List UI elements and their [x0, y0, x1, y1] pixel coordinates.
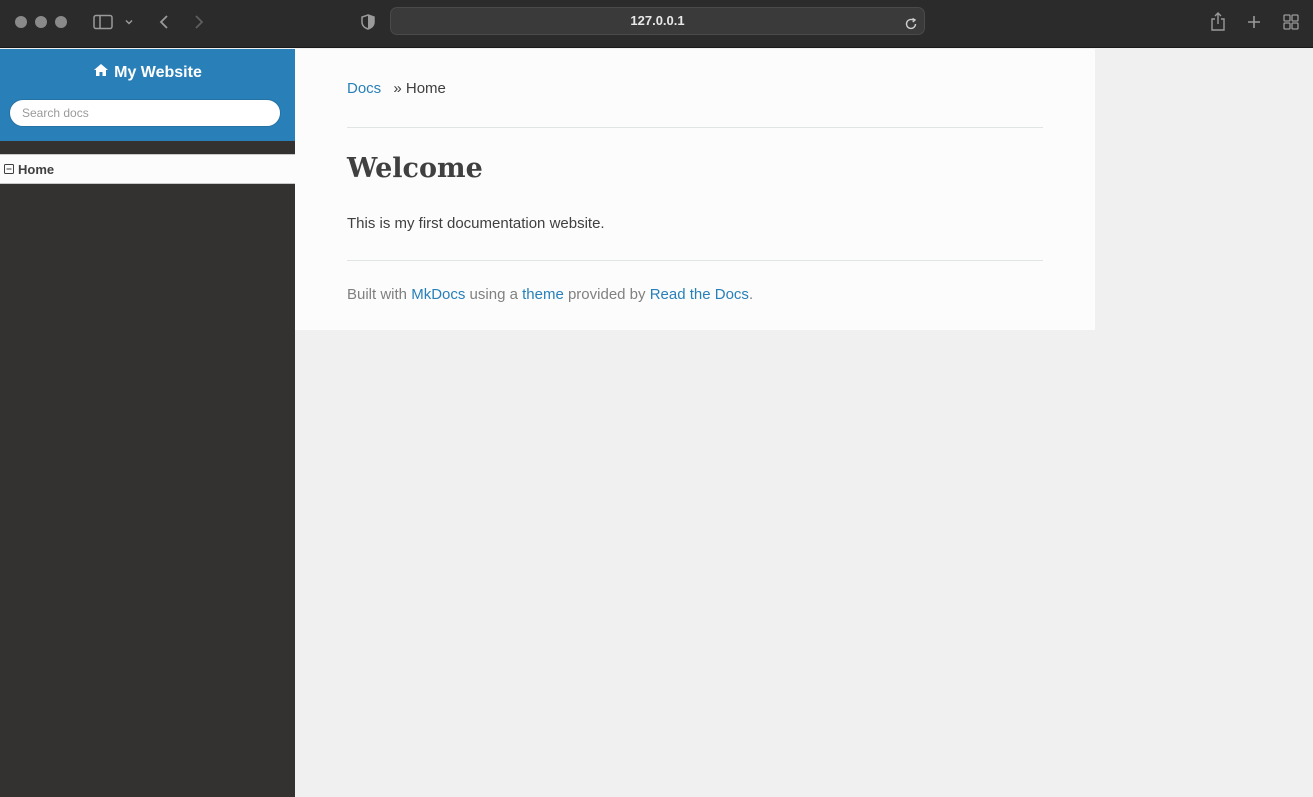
reload-icon[interactable]: [904, 14, 918, 30]
forward-icon[interactable]: [191, 10, 207, 34]
read-the-docs-link[interactable]: Read the Docs: [650, 286, 749, 303]
sidebar-toggle-icon[interactable]: [92, 10, 114, 34]
footer-text: provided by: [567, 286, 646, 303]
breadcrumb-docs-link[interactable]: Docs: [347, 80, 381, 97]
zoom-window-button[interactable]: [55, 16, 67, 28]
sidebar-item-home[interactable]: Home: [0, 154, 295, 184]
divider: [347, 260, 1043, 261]
close-window-button[interactable]: [15, 16, 27, 28]
browser-toolbar: 127.0.0.1: [0, 0, 1313, 48]
footer-text: Built with: [347, 286, 408, 303]
sidebar-header: My Website: [0, 49, 295, 141]
page-footer: Built with MkDocs using a theme provided…: [347, 286, 753, 303]
docs-sidebar: My Website Home: [0, 49, 295, 797]
breadcrumb-current: Home: [405, 80, 446, 97]
footer-text: using a: [469, 286, 518, 303]
back-icon[interactable]: [156, 10, 172, 34]
chevron-down-icon[interactable]: [123, 10, 135, 34]
intro-paragraph: This is my first documentation website.: [347, 215, 605, 232]
sidebar-item-label: Home: [18, 161, 55, 177]
theme-link[interactable]: theme: [522, 286, 564, 303]
tab-overview-icon[interactable]: [1282, 10, 1300, 34]
site-title: My Website: [114, 63, 202, 81]
share-icon[interactable]: [1209, 10, 1227, 34]
search-input[interactable]: [9, 99, 281, 127]
breadcrumb-separator: »: [393, 80, 402, 97]
home-brand-link[interactable]: My Website: [0, 63, 295, 82]
main-content: Docs » Home Welcome This is my first doc…: [295, 49, 1095, 330]
minimize-window-button[interactable]: [35, 16, 47, 28]
collapse-toggle-icon[interactable]: [4, 162, 14, 177]
privacy-shield-icon[interactable]: [359, 10, 377, 34]
divider: [347, 127, 1043, 128]
url-text: 127.0.0.1: [630, 13, 685, 28]
address-bar[interactable]: 127.0.0.1: [390, 7, 925, 35]
page-title: Welcome: [347, 153, 483, 184]
footer-period: .: [748, 286, 754, 303]
new-tab-icon[interactable]: [1245, 10, 1263, 34]
breadcrumb: Docs » Home: [347, 80, 446, 97]
mkdocs-link[interactable]: MkDocs: [411, 286, 465, 303]
home-icon: [93, 63, 109, 82]
